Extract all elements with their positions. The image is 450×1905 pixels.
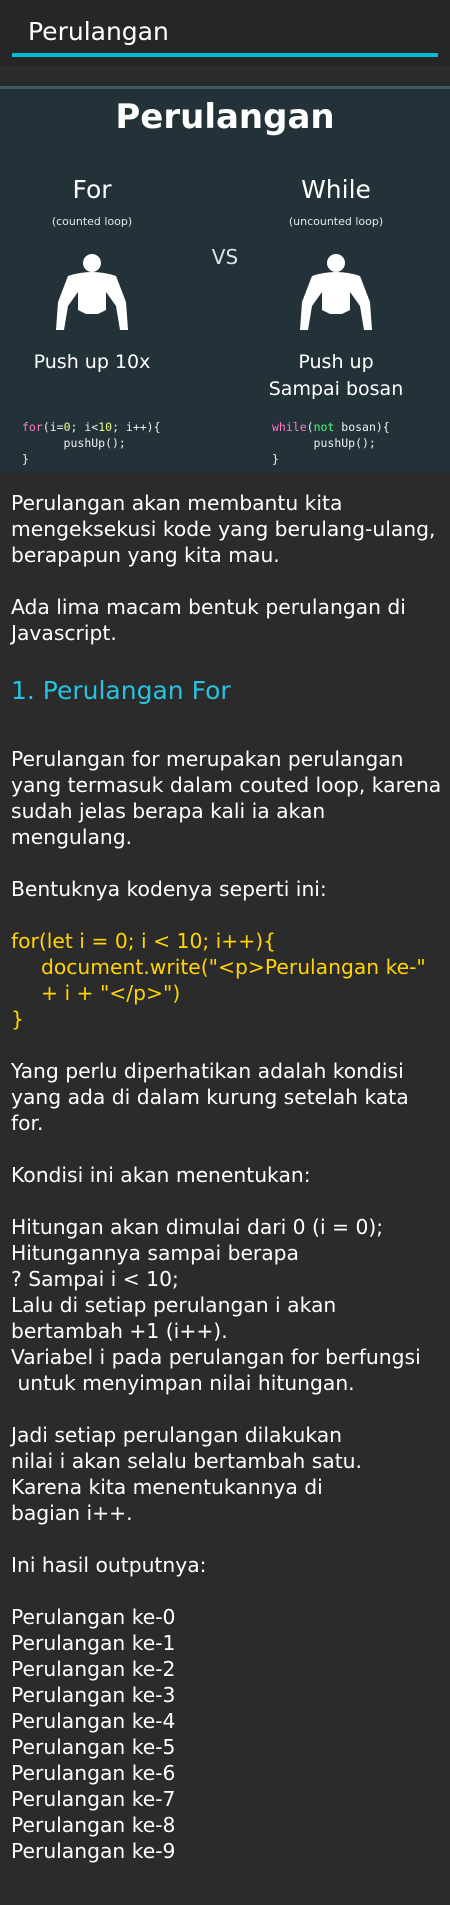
code-token: ; i< bbox=[70, 420, 99, 434]
code-number: 0 bbox=[63, 420, 71, 434]
output-line: Perulangan ke-6 bbox=[11, 1761, 176, 1785]
code-keyword: for bbox=[22, 420, 43, 434]
rule-line: ? Sampai i < 10; bbox=[11, 1267, 179, 1291]
for-push-label: Push up 10x bbox=[33, 351, 151, 373]
code-keyword: not bbox=[313, 420, 335, 434]
output-line: Perulangan ke-8 bbox=[11, 1813, 176, 1837]
code-line: } bbox=[11, 1007, 24, 1031]
rule-line: Lalu di setiap perulangan i akan bbox=[11, 1293, 337, 1317]
jadi-line: Karena kita menentukannya di bbox=[11, 1475, 323, 1499]
code-keyword: while bbox=[272, 420, 307, 434]
output-line: Perulangan ke-4 bbox=[11, 1709, 176, 1733]
bentuk-paragraph: Bentuknya kodenya seperti ini: bbox=[11, 877, 327, 901]
code-token: } bbox=[272, 452, 279, 466]
code-token: ( bbox=[306, 420, 314, 434]
while-push-label-1: Push up bbox=[298, 351, 374, 373]
code-token: bosan){ bbox=[334, 420, 390, 434]
rule-line: Hitungannya sampai berapa bbox=[11, 1241, 299, 1265]
for-subtitle: (counted loop) bbox=[51, 215, 133, 228]
output-line: Perulangan ke-5 bbox=[11, 1735, 176, 1759]
pushup-figure-icon bbox=[56, 254, 128, 330]
article-content: Perulangan akan membantu kita mengekseku… bbox=[11, 490, 443, 1890]
hasil-paragraph: Ini hasil outputnya: bbox=[11, 1553, 207, 1577]
code-token: (i= bbox=[42, 420, 64, 434]
while-code-snippet: while(not bosan){ pushUp(); } bbox=[272, 419, 390, 467]
for-description: Perulangan for merupakan perulangan yang… bbox=[11, 747, 442, 849]
while-push-label-2: Sampai bosan bbox=[268, 378, 404, 400]
jadi-line: bagian i++. bbox=[11, 1501, 133, 1525]
for-code-snippet: for(i=0; i<10; i++){ pushUp(); } bbox=[22, 419, 161, 467]
hero-illustration: Perulangan For (counted loop) While (unc… bbox=[0, 86, 450, 473]
app-bar: Perulangan bbox=[0, 0, 450, 66]
output-line: Perulangan ke-7 bbox=[11, 1787, 176, 1811]
rules-list: Hitungan akan dimulai dari 0 (i = 0); Hi… bbox=[11, 1214, 443, 1396]
rule-line: untuk menyimpan nilai hitungan. bbox=[11, 1371, 355, 1395]
output-line: Perulangan ke-9 bbox=[11, 1839, 176, 1863]
while-title: While bbox=[301, 175, 371, 204]
for-title: For bbox=[72, 175, 112, 204]
intro-paragraph: Perulangan akan membantu kita mengekseku… bbox=[11, 491, 436, 567]
jadi-line: Jadi setiap perulangan dilakukan bbox=[11, 1423, 343, 1447]
code-example: for(let i = 0; i < 10; i++){ document.wr… bbox=[11, 928, 443, 1032]
while-subtitle: (uncounted loop) bbox=[288, 215, 384, 228]
output-line: Perulangan ke-0 bbox=[11, 1605, 176, 1629]
kondisi-paragraph: Kondisi ini akan menentukan: bbox=[11, 1163, 311, 1187]
perhatikan-paragraph: Yang perlu diperhatikan adalah kondisi y… bbox=[11, 1059, 409, 1135]
jadi-line: nilai i akan selalu bertambah satu. bbox=[11, 1449, 362, 1473]
rule-line: Variabel i pada perulangan for berfungsi bbox=[11, 1345, 421, 1369]
code-line: for(let i = 0; i < 10; i++){ bbox=[11, 929, 277, 953]
output-line: Perulangan ke-1 bbox=[11, 1631, 176, 1655]
pushup-figure-icon bbox=[300, 254, 372, 330]
code-token: pushUp(); bbox=[63, 436, 126, 450]
intro-paragraph-2: Ada lima macam bentuk perulangan di Java… bbox=[11, 595, 406, 645]
hero-title: Perulangan bbox=[115, 97, 335, 137]
rule-line: bertambah +1 (i++). bbox=[11, 1319, 228, 1343]
title-underline bbox=[12, 53, 438, 57]
output-list: Perulangan ke-0 Perulangan ke-1 Perulang… bbox=[11, 1604, 443, 1864]
code-token: ; i++){ bbox=[112, 420, 161, 434]
section-heading-for: 1. Perulangan For bbox=[11, 676, 231, 705]
code-token: } bbox=[22, 452, 29, 466]
app-title: Perulangan bbox=[28, 17, 169, 46]
rule-line: Hitungan akan dimulai dari 0 (i = 0); bbox=[11, 1215, 384, 1239]
output-line: Perulangan ke-3 bbox=[11, 1683, 176, 1707]
output-line: Perulangan ke-2 bbox=[11, 1657, 176, 1681]
code-number: 10 bbox=[98, 420, 113, 434]
code-token: pushUp(); bbox=[313, 436, 376, 450]
jadi-paragraph: Jadi setiap perulangan dilakukan nilai i… bbox=[11, 1422, 443, 1526]
while-push-label: Push up Sampai bosan bbox=[246, 349, 426, 403]
code-line: document.write("<p>Perulangan ke-" + i +… bbox=[41, 955, 426, 1005]
vs-label: VS bbox=[211, 245, 239, 269]
